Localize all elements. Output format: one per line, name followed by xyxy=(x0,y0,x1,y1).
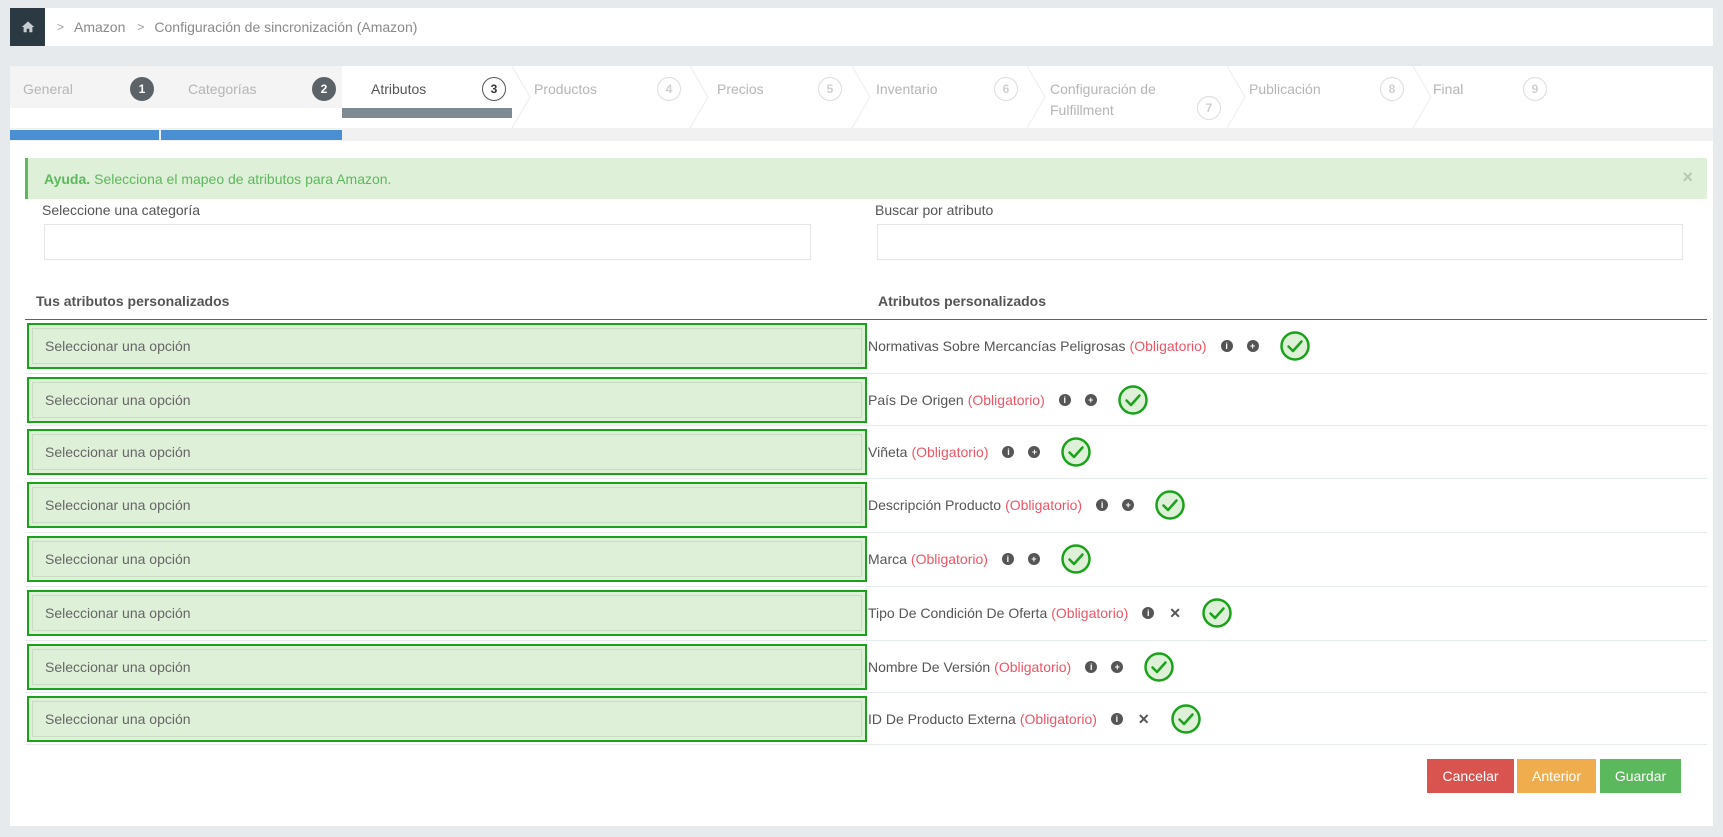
attribute-name: Nombre De Versión xyxy=(868,659,991,675)
attribute-select[interactable]: Seleccionar una opción xyxy=(27,536,867,582)
breadcrumb-item-sync-config: Configuración de sincronización (Amazon) xyxy=(154,19,418,35)
required-label: (Obligatorio) xyxy=(910,551,988,567)
add-icon[interactable]: + xyxy=(1028,446,1041,458)
right-column-header: Atributos personalizados xyxy=(878,293,1047,309)
previous-button[interactable]: Anterior xyxy=(1517,759,1596,793)
add-icon[interactable]: + xyxy=(1122,499,1135,511)
info-icon[interactable]: i xyxy=(1002,446,1015,458)
required-label: (Obligatorio) xyxy=(1051,605,1129,621)
search-attribute-input[interactable] xyxy=(877,224,1683,260)
attribute-select[interactable]: Seleccionar una opción xyxy=(27,482,867,528)
home-icon[interactable] xyxy=(10,8,45,46)
main-panel: General 1 Categorías 2 Atributos 3 Produ… xyxy=(10,66,1713,826)
table-row: Seleccionar una opción Tipo De Condición … xyxy=(25,587,1707,641)
attribute-label-group: País De Origen (Obligatorio) i + xyxy=(868,382,1149,418)
wizard-steps: General 1 Categorías 2 Atributos 3 Produ… xyxy=(10,66,1713,141)
attribute-label-group: Tipo De Condición De Oferta (Obligatorio)… xyxy=(868,595,1233,631)
attribute-name: ID De Producto Externa xyxy=(868,711,1016,727)
table-row: Seleccionar una opción Nombre De Versión(… xyxy=(25,641,1707,693)
attribute-select[interactable]: Seleccionar una opción xyxy=(27,644,867,690)
check-circle-icon xyxy=(1155,490,1185,520)
select-placeholder: Seleccionar una opción xyxy=(32,328,862,364)
required-label: (Obligatorio) xyxy=(1129,338,1207,354)
attribute-label-group: Nombre De Versión (Obligatorio) i + xyxy=(868,649,1175,685)
required-label: (Obligatorio) xyxy=(1019,711,1097,727)
attribute-label-group: Marca (Obligatorio) i + xyxy=(868,541,1092,577)
check-circle-icon xyxy=(1144,652,1174,682)
wizard-chevrons xyxy=(342,66,1432,128)
attribute-select[interactable]: Seleccionar una opción xyxy=(27,323,867,369)
table-row: Seleccionar una opción País De Origen (Obl… xyxy=(25,374,1707,426)
check-circle-icon xyxy=(1118,385,1148,415)
required-label: (Obligatorio) xyxy=(911,444,989,460)
attribute-select[interactable]: Seleccionar una opción xyxy=(27,429,867,475)
check-circle-icon xyxy=(1202,598,1232,628)
select-placeholder: Seleccionar una opción xyxy=(32,649,862,685)
table-row: Seleccionar una opción ID De Producto Ext… xyxy=(25,693,1707,745)
category-label: Seleccione una categoría xyxy=(42,202,200,218)
attribute-name: Descripción Producto xyxy=(868,497,1002,513)
save-button[interactable]: Guardar xyxy=(1600,759,1681,793)
progress-bar-atributos xyxy=(342,108,512,118)
breadcrumb-item-amazon[interactable]: Amazon xyxy=(74,19,125,35)
left-column-header: Tus atributos personalizados xyxy=(36,293,230,309)
category-input[interactable] xyxy=(44,224,811,260)
table-row: Seleccionar una opción Normativas Sobre M… xyxy=(25,320,1707,374)
check-circle-icon xyxy=(1279,331,1310,361)
attribute-name: País De Origen xyxy=(868,392,964,408)
progress-track xyxy=(342,130,1713,140)
progress-bar-categorias xyxy=(161,130,342,140)
attribute-name: Viñeta xyxy=(868,444,908,460)
add-icon[interactable]: + xyxy=(1027,553,1040,565)
required-label: (Obligatorio) xyxy=(1005,497,1083,513)
breadcrumb: > Amazon > Configuración de sincronizaci… xyxy=(10,8,1713,46)
progress-bar-general xyxy=(10,130,159,140)
attribute-name: Normativas Sobre Mercancías Peligrosas xyxy=(868,338,1126,354)
attribute-label-group: Normativas Sobre Mercancías Peligrosas (O… xyxy=(868,328,1311,364)
help-alert: Ayuda. Selecciona el mapeo de atributos … xyxy=(25,158,1707,199)
attribute-select[interactable]: Seleccionar una opción xyxy=(27,377,867,423)
select-placeholder: Seleccionar una opción xyxy=(32,541,862,577)
attribute-label-group: Descripción Producto (Obligatorio) i + xyxy=(868,487,1186,523)
check-circle-icon xyxy=(1061,544,1091,574)
attribute-name: Tipo De Condición De Oferta xyxy=(868,605,1048,621)
chevron-right-icon: > xyxy=(57,20,65,34)
attribute-label-group: Viñeta (Obligatorio) i + xyxy=(868,434,1092,470)
select-placeholder: Seleccionar una opción xyxy=(32,487,862,523)
select-placeholder: Seleccionar una opción xyxy=(32,701,862,737)
cancel-button[interactable]: Cancelar xyxy=(1427,759,1514,793)
info-icon[interactable]: i xyxy=(1058,394,1071,406)
info-icon[interactable]: i xyxy=(1110,713,1123,725)
info-icon[interactable]: i xyxy=(1220,340,1233,352)
check-circle-icon xyxy=(1170,704,1201,734)
add-icon[interactable]: + xyxy=(1246,340,1259,352)
close-icon[interactable]: ✕ xyxy=(1169,605,1181,622)
alert-text: Selecciona el mapeo de atributos para Am… xyxy=(94,170,392,187)
required-label: (Obligatorio) xyxy=(994,659,1072,675)
info-icon[interactable]: i xyxy=(1085,661,1098,673)
chevron-right-icon: > xyxy=(137,20,145,34)
attribute-label-group: ID De Producto Externa (Obligatorio) i ✕ xyxy=(868,701,1202,737)
table-row: Seleccionar una opción Marca (Obligatorio)… xyxy=(25,533,1707,587)
info-icon[interactable]: i xyxy=(1096,499,1109,511)
info-icon[interactable]: i xyxy=(1142,607,1155,619)
attribute-name: Marca xyxy=(868,551,907,567)
required-label: (Obligatorio) xyxy=(967,392,1045,408)
attribute-select[interactable]: Seleccionar una opción xyxy=(27,696,867,742)
table-row: Seleccionar una opción Viñeta (Obligatorio… xyxy=(25,426,1707,479)
close-icon[interactable]: × xyxy=(1682,167,1693,188)
add-icon[interactable]: + xyxy=(1084,394,1097,406)
close-icon[interactable]: ✕ xyxy=(1138,711,1150,728)
table-row: Seleccionar una opción Descripción Produc… xyxy=(25,479,1707,533)
add-icon[interactable]: + xyxy=(1111,661,1124,673)
alert-title: Ayuda. xyxy=(44,170,91,187)
info-icon[interactable]: i xyxy=(1001,553,1014,565)
select-placeholder: Seleccionar una opción xyxy=(32,595,862,631)
check-circle-icon xyxy=(1061,437,1092,467)
search-label: Buscar por atributo xyxy=(875,202,994,218)
select-placeholder: Seleccionar una opción xyxy=(32,382,862,418)
select-placeholder: Seleccionar una opción xyxy=(32,434,862,470)
attribute-select[interactable]: Seleccionar una opción xyxy=(27,590,867,636)
